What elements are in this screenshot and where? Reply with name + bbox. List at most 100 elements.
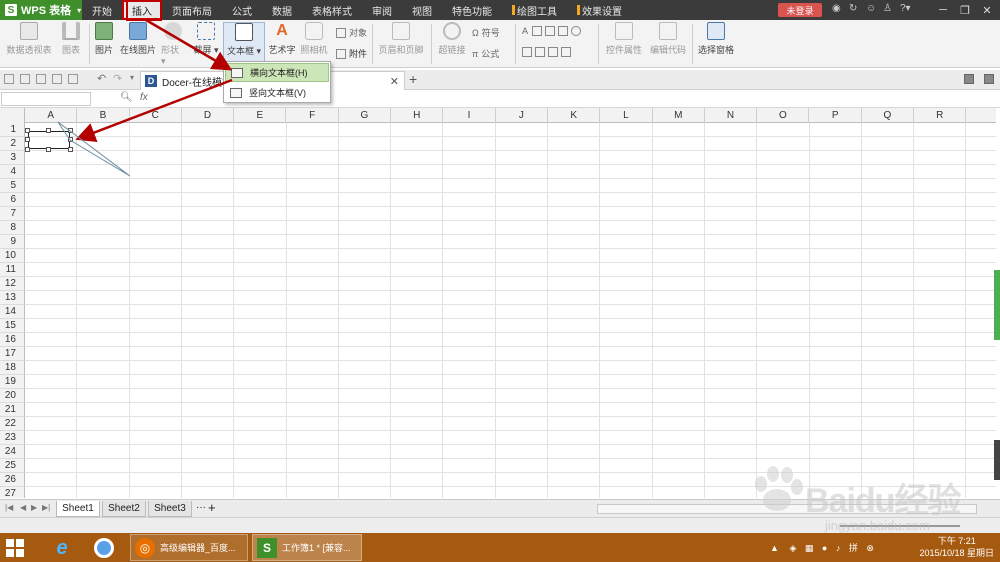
next-sheet-icon[interactable]: ▶ — [31, 503, 37, 512]
textbox-button[interactable]: 文本框 ▾ — [223, 22, 265, 64]
row-header[interactable]: 27 — [0, 487, 25, 498]
resize-handle[interactable] — [25, 137, 30, 142]
print-icon[interactable] — [36, 74, 46, 84]
picture-button[interactable]: 图片 — [93, 22, 115, 56]
row-header[interactable]: 20 — [0, 389, 25, 403]
tab-view[interactable]: 视图 — [402, 0, 442, 20]
radio-control-icon[interactable] — [571, 26, 582, 36]
row-header[interactable]: 21 — [0, 403, 25, 417]
combo-control-icon[interactable] — [535, 47, 545, 57]
row-header[interactable]: 13 — [0, 291, 25, 305]
row-header[interactable]: 16 — [0, 333, 25, 347]
sheet-tab-3[interactable]: Sheet3 — [148, 501, 192, 517]
taskbar-app-baidu-editor[interactable]: ◎ 高级编辑器_百度... — [130, 534, 248, 561]
row-header[interactable]: 15 — [0, 319, 25, 333]
row-header[interactable]: 9 — [0, 235, 25, 249]
redo-icon[interactable]: ↷ — [113, 72, 122, 85]
shirt-icon[interactable]: ♙ — [883, 3, 892, 14]
column-header[interactable]: E — [234, 108, 287, 123]
fx-icon[interactable]: fx — [140, 92, 148, 103]
row-header[interactable]: 22 — [0, 417, 25, 431]
tray-volume-icon[interactable]: ♪ — [836, 543, 841, 553]
row-header[interactable]: 11 — [0, 263, 25, 277]
row-header[interactable]: 10 — [0, 249, 25, 263]
resize-handle[interactable] — [68, 137, 73, 142]
row-header[interactable]: 18 — [0, 361, 25, 375]
tab-special[interactable]: 特色功能 — [442, 0, 502, 20]
column-header[interactable]: R — [914, 108, 967, 123]
minimize-icon[interactable]: ─ — [932, 2, 954, 18]
print-preview-icon[interactable] — [52, 74, 62, 84]
resize-handle[interactable] — [46, 147, 51, 152]
header-footer-button[interactable]: 页眉和页脚 — [377, 22, 425, 56]
app-menu-button[interactable]: S WPS 表格 ▾ — [0, 0, 82, 20]
browser-pinned-icon[interactable] — [86, 535, 122, 561]
login-button[interactable]: 未登录 — [778, 3, 822, 17]
row-header[interactable]: 24 — [0, 445, 25, 459]
window-mode-icon[interactable] — [964, 74, 974, 84]
tray-network-icon[interactable]: ▦ — [805, 543, 814, 553]
button-control-icon[interactable] — [558, 26, 569, 36]
row-header[interactable]: 1 — [0, 123, 25, 137]
tab-drawing-tools[interactable]: 绘图工具 — [502, 0, 567, 20]
column-header[interactable]: D — [182, 108, 235, 123]
row-header[interactable]: 5 — [0, 179, 25, 193]
column-header[interactable]: F — [287, 108, 339, 123]
resize-handle[interactable] — [25, 147, 30, 152]
column-header[interactable]: Q — [862, 108, 915, 123]
resize-handle[interactable] — [46, 128, 51, 133]
open-icon[interactable] — [4, 74, 14, 84]
taskbar-app-wps-sheet[interactable]: S 工作簿1 * [兼容... — [252, 534, 362, 561]
formula-button[interactable]: π 公式 — [472, 47, 499, 60]
drawn-textbox[interactable] — [25, 128, 73, 152]
list-control-icon[interactable] — [548, 47, 558, 57]
restore-icon[interactable]: ❐ — [954, 2, 976, 18]
column-header[interactable]: J — [496, 108, 548, 123]
close-icon[interactable]: ✕ — [976, 2, 998, 18]
pivot-table-button[interactable]: 数据透视表 — [5, 22, 53, 56]
column-header[interactable]: G — [339, 108, 392, 123]
side-panel-tab[interactable] — [994, 270, 1000, 340]
tab-review[interactable]: 审阅 — [362, 0, 402, 20]
row-header[interactable]: 12 — [0, 277, 25, 291]
menu-item-vertical-textbox[interactable]: 竖向文本框(V) — [225, 83, 329, 102]
taskbar-clock[interactable]: 下午 7:21 2015/10/18 星期日 — [919, 535, 994, 559]
skin-icon[interactable]: ◉ — [832, 3, 841, 14]
attachment-button[interactable]: 附件 — [336, 47, 367, 60]
row-header[interactable]: 14 — [0, 305, 25, 319]
row-header[interactable]: 19 — [0, 375, 25, 389]
textbox-control-icon[interactable] — [532, 26, 543, 36]
tab-page-layout[interactable]: 页面布局 — [162, 0, 222, 20]
sheet-tab-1[interactable]: Sheet1 — [56, 501, 100, 517]
column-header[interactable]: O — [757, 108, 810, 123]
close-tab-icon[interactable]: ✕ — [390, 75, 399, 88]
prev-sheet-icon[interactable]: ◀ — [20, 503, 26, 512]
column-header[interactable]: P — [810, 108, 862, 123]
resize-handle[interactable] — [25, 128, 30, 133]
row-header[interactable]: 2 — [0, 137, 25, 151]
checkbox-control-icon[interactable] — [522, 47, 532, 57]
label-control-icon[interactable]: A — [522, 26, 528, 36]
column-header[interactable]: C — [130, 108, 182, 123]
spin-control-icon[interactable] — [561, 47, 571, 57]
last-sheet-icon[interactable]: ▶| — [42, 503, 50, 512]
internet-explorer-icon[interactable]: e — [44, 535, 80, 561]
row-header[interactable]: 7 — [0, 207, 25, 221]
help-icon[interactable]: ?▾ — [900, 3, 911, 14]
column-header[interactable]: M — [653, 108, 705, 123]
tab-effects[interactable]: 效果设置 — [567, 0, 632, 20]
windows-start-icon[interactable] — [6, 539, 24, 557]
column-header[interactable]: N — [705, 108, 758, 123]
sheet-tab-2[interactable]: Sheet2 — [102, 501, 146, 517]
column-header[interactable]: I — [443, 108, 496, 123]
new-tab-icon[interactable]: + — [409, 71, 417, 87]
export-pdf-icon[interactable] — [68, 74, 78, 84]
more-sheets-button[interactable]: ··· — [196, 502, 206, 513]
refresh-icon[interactable]: ↻ — [849, 3, 857, 14]
edit-code-button[interactable]: 编辑代码 — [648, 22, 688, 56]
fullscreen-icon[interactable] — [984, 74, 994, 84]
row-header[interactable]: 23 — [0, 431, 25, 445]
tray-ime-icon[interactable]: 拼 — [849, 543, 858, 553]
symbol-button[interactable]: Ω 符号 — [472, 26, 500, 39]
wordart-button[interactable]: A 艺术字 — [268, 22, 296, 56]
